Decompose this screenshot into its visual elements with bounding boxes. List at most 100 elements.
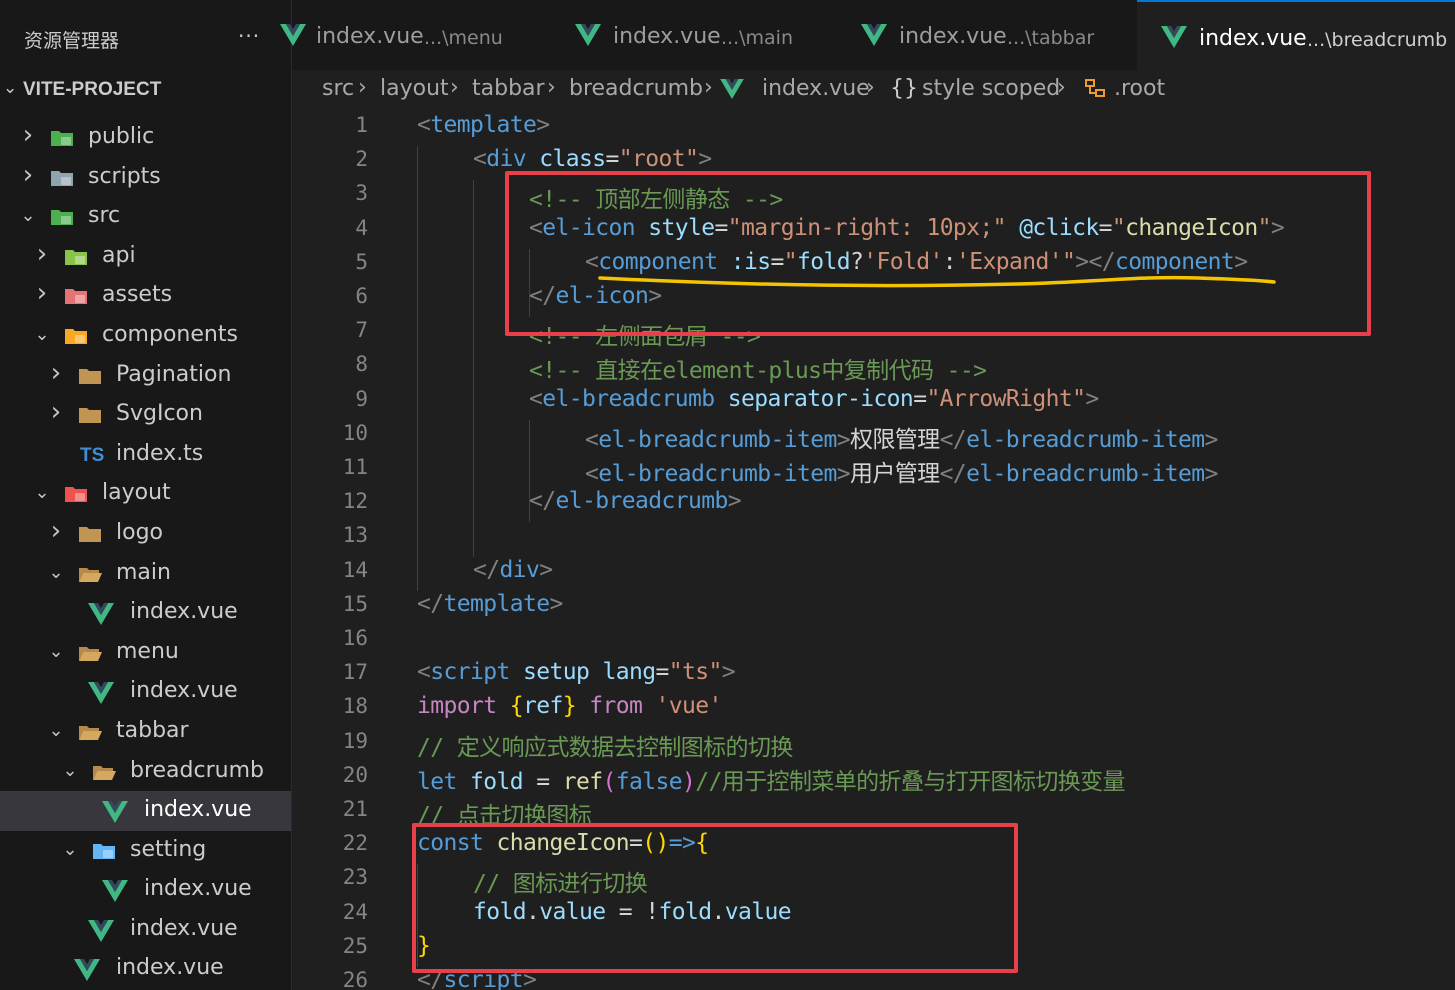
line-number: 25	[342, 933, 368, 958]
tree-item-index-vue[interactable]: index.vue	[0, 910, 291, 950]
code-line[interactable]: 14 </div>	[292, 555, 1455, 589]
more-actions-icon[interactable]: ···	[238, 24, 260, 48]
code-line[interactable]: 18 import {ref} from 'vue'	[292, 691, 1455, 725]
tree-item-label: api	[102, 242, 136, 268]
chevron-right-icon: ›	[36, 238, 48, 269]
chevron-down-icon: ⌄	[3, 78, 18, 97]
tree-item-index-vue[interactable]: index.vue	[0, 791, 291, 831]
code-line[interactable]: 9 <el-breadcrumb separator-icon="ArrowRig…	[292, 384, 1455, 418]
tree-item-label: layout	[102, 480, 171, 506]
folder-open-icon	[93, 765, 116, 780]
tree-item-components[interactable]: ⌄ components	[0, 316, 291, 356]
editor-tab-3[interactable]: index.vue ...\tabbar	[837, 0, 1138, 70]
code-line[interactable]: 8 <!-- 直接在element-plus中复制代码 -->	[292, 349, 1455, 384]
editor-tab-4[interactable]: index.vue ...\breadcrumb	[1137, 0, 1455, 70]
tree-item-label: setting	[130, 836, 207, 862]
vue-file-icon	[575, 24, 601, 46]
tab-file-path: ...\menu	[424, 27, 503, 49]
chevron-down-icon: ⌄	[62, 838, 78, 860]
tree-item-index-vue[interactable]: index.vue	[0, 949, 291, 989]
chevron-down-icon: ⌄	[48, 719, 64, 741]
tree-item-label: components	[102, 321, 238, 347]
vue-file-icon	[720, 79, 744, 99]
chevron-down-icon: ⌄	[48, 640, 64, 662]
api-folder-icon	[65, 249, 87, 265]
tree-item-label: index.vue	[130, 599, 238, 625]
components-folder-icon	[65, 328, 87, 344]
tree-item-pagination[interactable]: › Pagination	[0, 356, 291, 396]
tree-item-label: index.vue	[116, 955, 224, 981]
indent-guide	[417, 146, 418, 591]
code-line[interactable]: 16	[292, 623, 1455, 657]
tree-item-main[interactable]: ⌄ main	[0, 554, 291, 594]
line-number: 12	[342, 489, 368, 514]
tree-item-tabbar[interactable]: ⌄ tabbar	[0, 712, 291, 752]
line-number: 19	[342, 728, 368, 753]
tree-item-api[interactable]: › api	[0, 237, 291, 277]
tree-item-layout[interactable]: ⌄ layout	[0, 474, 291, 514]
line-number: 15	[342, 591, 368, 616]
scripts-folder-icon	[51, 170, 73, 186]
chevron-right-icon: ›	[547, 75, 556, 100]
line-number: 13	[342, 523, 368, 548]
breadcrumb-item[interactable]: src	[322, 76, 354, 101]
code-line[interactable]: 12 </el-breadcrumb>	[292, 486, 1455, 520]
chevron-down-icon: ⌄	[20, 205, 36, 227]
tree-item-index-ts[interactable]: TS index.ts	[0, 435, 291, 475]
project-section-header[interactable]: ⌄ VITE-PROJECT	[0, 70, 291, 108]
public-folder-icon	[51, 131, 73, 146]
tree-item-label: index.vue	[144, 797, 252, 823]
tree-item-label: main	[116, 559, 171, 585]
breadcrumb-item[interactable]: .root	[1114, 76, 1165, 101]
chevron-right-icon: ›	[866, 75, 875, 100]
code-line[interactable]: 1 <template>	[292, 110, 1455, 144]
folder-open-icon	[79, 646, 102, 661]
breadcrumb-item[interactable]: index.vue	[762, 76, 870, 101]
code-line[interactable]: 13	[292, 520, 1455, 554]
tab-file-name: index.vue	[613, 24, 721, 49]
breadcrumb-item[interactable]: breadcrumb	[569, 76, 703, 101]
tree-item-setting[interactable]: ⌄ setting	[0, 831, 291, 871]
code-line[interactable]: 11 <el-breadcrumb-item>用户管理</el-breadcrum…	[292, 452, 1455, 487]
tree-item-logo[interactable]: › logo	[0, 514, 291, 554]
code-line[interactable]: 15 </template>	[292, 589, 1455, 623]
chevron-right-icon: ›	[22, 159, 34, 190]
src-folder-icon	[51, 210, 73, 226]
braces-icon: {}	[890, 76, 918, 101]
tree-item-label: breadcrumb	[130, 757, 264, 783]
tree-item-breadcrumb[interactable]: ⌄ breadcrumb	[0, 752, 291, 792]
line-number: 20	[342, 762, 368, 787]
editor-tab-2[interactable]: index.vue ...\main	[551, 0, 838, 70]
chevron-right-icon: ›	[704, 75, 713, 100]
indent-guide	[529, 419, 530, 523]
tree-item-index-vue[interactable]: index.vue	[0, 870, 291, 910]
code-text: // 定义响应式数据去控制图标的切换	[417, 734, 793, 761]
tree-item-index-vue[interactable]: index.vue	[0, 593, 291, 633]
symbol-class-icon	[1085, 79, 1105, 97]
tree-item-src[interactable]: ⌄ src	[0, 197, 291, 237]
breadcrumb-item[interactable]: layout	[380, 76, 449, 101]
tree-item-index-vue[interactable]: index.vue	[0, 672, 291, 712]
tree-item-menu[interactable]: ⌄ menu	[0, 633, 291, 673]
code-text: <div class="root">	[473, 146, 712, 173]
line-number: 22	[342, 831, 368, 856]
line-number: 2	[355, 147, 368, 172]
line-number: 17	[342, 660, 368, 685]
breadcrumb-item[interactable]: style scoped	[922, 76, 1060, 101]
chevron-down-icon: ⌄	[34, 482, 50, 504]
editor-tab-1[interactable]: index.vue ...\menu	[280, 0, 552, 70]
tab-file-name: index.vue	[899, 24, 1007, 49]
code-text: import {ref} from 'vue'	[417, 693, 722, 720]
code-line[interactable]: 19 // 定义响应式数据去控制图标的切换	[292, 726, 1455, 761]
tree-item-assets[interactable]: › assets	[0, 276, 291, 316]
tree-item-svgicon[interactable]: › SvgIcon	[0, 395, 291, 435]
chevron-right-icon: ›	[50, 357, 62, 388]
chevron-down-icon: ⌄	[34, 323, 50, 345]
tree-item-scripts[interactable]: › scripts	[0, 158, 291, 198]
code-line[interactable]: 17 <script setup lang="ts">	[292, 657, 1455, 691]
code-line[interactable]: 20 let fold = ref(false)//用于控制菜单的折叠与打开图标切…	[292, 760, 1455, 795]
tree-item-public[interactable]: › public	[0, 118, 291, 158]
folder-icon	[79, 408, 101, 424]
code-line[interactable]: 10 <el-breadcrumb-item>权限管理</el-breadcrum…	[292, 418, 1455, 453]
breadcrumb-item[interactable]: tabbar	[472, 76, 545, 101]
